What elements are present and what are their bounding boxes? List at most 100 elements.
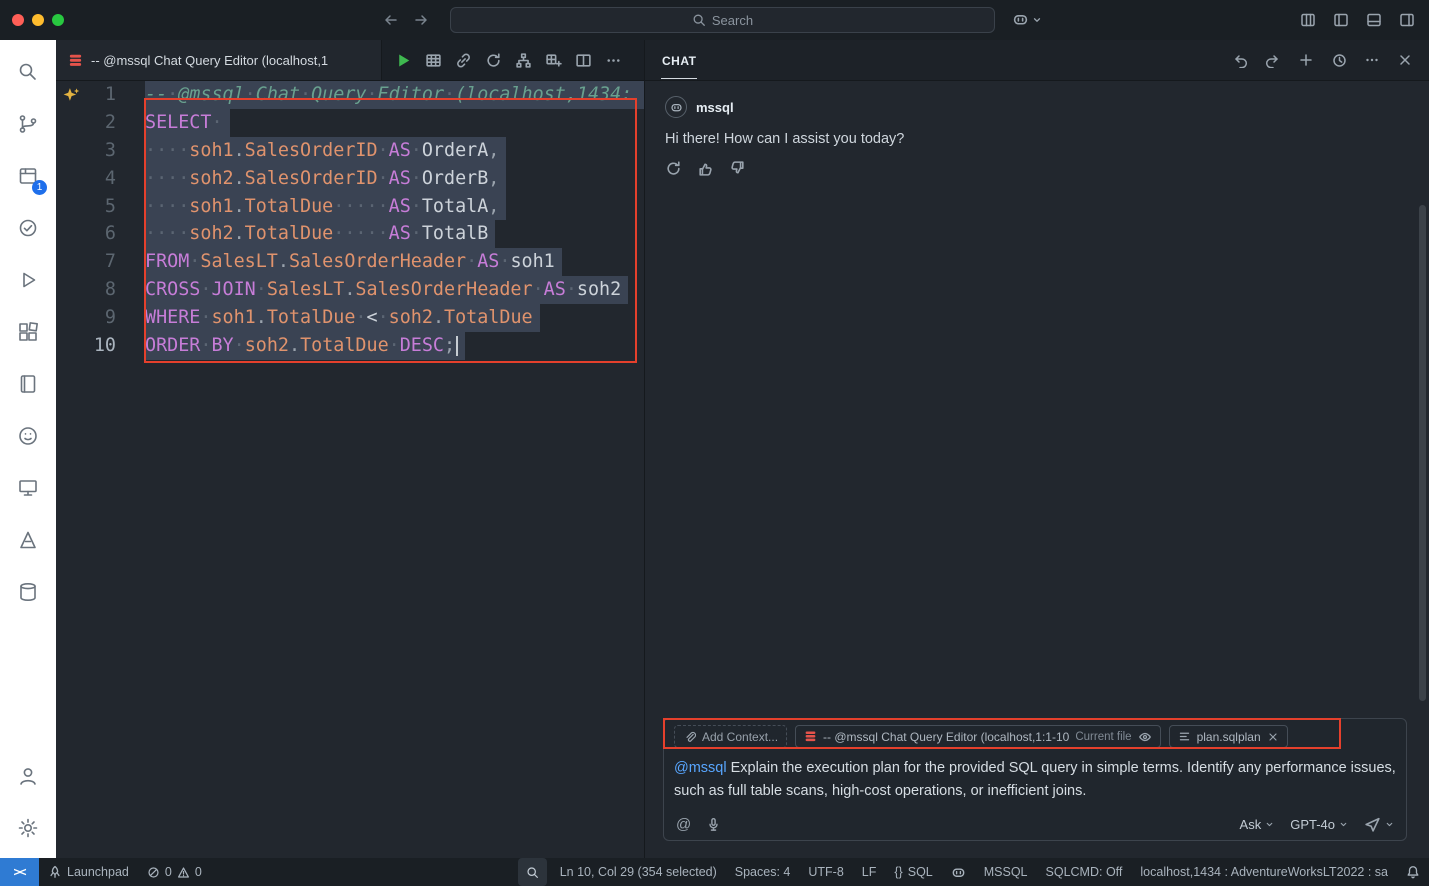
notifications-item[interactable] xyxy=(1397,858,1429,886)
activity-extensions[interactable] xyxy=(4,306,52,358)
chat-input-text[interactable]: @mssqlExplain the execution plan for the… xyxy=(674,757,1396,803)
cursor-position-item[interactable]: Ln 10, Col 29 (354 selected) xyxy=(551,858,726,886)
activity-remote-explorer[interactable] xyxy=(4,462,52,514)
mode-picker[interactable]: Ask xyxy=(1240,817,1275,832)
activity-source-control[interactable] xyxy=(4,98,52,150)
code-line[interactable]: ····soh1.TotalDue·····AS·TotalA, xyxy=(116,193,644,221)
code-line[interactable]: FROM·SalesLT.SalesOrderHeader·AS·soh1 xyxy=(116,248,644,276)
plan-file-chip[interactable]: plan.sqlplan xyxy=(1169,725,1288,748)
redo-icon[interactable] xyxy=(1265,52,1281,68)
line-number[interactable]: 6 xyxy=(56,220,116,248)
remote-indicator[interactable]: >< xyxy=(0,858,39,886)
toggle-panel-icon[interactable] xyxy=(1366,12,1382,28)
activity-approvals[interactable] xyxy=(4,202,52,254)
activity-search[interactable] xyxy=(4,46,52,98)
line-number[interactable]: 3 xyxy=(56,137,116,165)
mention-icon[interactable]: @ xyxy=(676,817,691,832)
customize-layout-icon[interactable] xyxy=(1300,12,1316,28)
eye-icon[interactable] xyxy=(1138,730,1152,744)
run-query-button[interactable] xyxy=(395,52,412,69)
sqlcmd-item[interactable]: SQLCMD: Off xyxy=(1037,858,1132,886)
launchpad-item[interactable]: Launchpad xyxy=(39,858,138,886)
activity-badge: 1 xyxy=(32,180,47,195)
toggle-secondary-sidebar-icon[interactable] xyxy=(1399,12,1415,28)
encoding-item[interactable]: UTF-8 xyxy=(799,858,852,886)
close-icon[interactable] xyxy=(1397,52,1413,68)
more-actions-icon[interactable] xyxy=(605,52,622,69)
microphone-icon[interactable] xyxy=(706,817,721,832)
mssql-mention: @mssql xyxy=(674,760,727,776)
code-editor[interactable]: 12345678910 --·@mssql·Chat·Query·Editor·… xyxy=(56,81,644,858)
thumbs-up-icon[interactable] xyxy=(697,160,714,177)
code-line[interactable]: --·@mssql·Chat·Query·Editor·(localhost,1… xyxy=(116,81,644,109)
line-number[interactable]: 10 xyxy=(56,332,116,360)
search-input[interactable]: Search xyxy=(450,7,995,33)
code-line[interactable]: ORDER·BY·soh2.TotalDue·DESC; xyxy=(116,332,644,360)
indentation-label: Spaces: 4 xyxy=(735,865,791,879)
zoom-indicator[interactable] xyxy=(518,858,547,886)
activity-run-debug[interactable] xyxy=(4,254,52,306)
line-number[interactable]: 7 xyxy=(56,248,116,276)
undo-icon[interactable] xyxy=(1232,52,1248,68)
line-number[interactable]: 5 xyxy=(56,193,116,221)
indentation-item[interactable]: Spaces: 4 xyxy=(726,858,800,886)
regenerate-icon[interactable] xyxy=(665,160,682,177)
copilot-status-item[interactable] xyxy=(942,858,975,886)
vscode-window: Search 1 xyxy=(0,0,1429,886)
code-line[interactable]: ····soh2.TotalDue·····AS·TotalB xyxy=(116,220,644,248)
line-number[interactable]: 1 xyxy=(56,81,116,109)
activity-settings[interactable] xyxy=(4,802,52,854)
close-window-button[interactable] xyxy=(12,14,24,26)
line-number[interactable]: 2 xyxy=(56,109,116,137)
activity-references[interactable]: 1 xyxy=(4,150,52,202)
editor-tab[interactable]: -- @mssql Chat Query Editor (localhost,1 xyxy=(56,40,382,80)
results-grid-icon[interactable] xyxy=(425,52,442,69)
connection-item[interactable]: localhost,1434 : AdventureWorksLT2022 : … xyxy=(1131,858,1397,886)
copilot-menu-button[interactable] xyxy=(1012,11,1042,28)
chevron-down-icon xyxy=(1339,820,1348,829)
model-picker[interactable]: GPT-4o xyxy=(1290,817,1348,832)
code-line[interactable]: ····soh2.SalesOrderID·AS·OrderB, xyxy=(116,165,644,193)
add-context-chip[interactable]: Add Context... xyxy=(674,725,787,748)
send-button[interactable] xyxy=(1364,816,1394,833)
code-line[interactable]: SELECT· xyxy=(116,109,644,137)
split-editor-icon[interactable] xyxy=(575,52,592,69)
eol-item[interactable]: LF xyxy=(853,858,886,886)
thumbs-down-icon[interactable] xyxy=(729,160,746,177)
chat-tab[interactable]: CHAT xyxy=(661,42,697,79)
connect-link-icon[interactable] xyxy=(455,52,472,69)
activity-notebooks[interactable] xyxy=(4,358,52,410)
code-line[interactable]: ····soh1.SalesOrderID·AS·OrderA, xyxy=(116,137,644,165)
new-chat-icon[interactable] xyxy=(1298,52,1314,68)
chat-input-container[interactable]: Add Context... -- @mssql Chat Query Edit… xyxy=(663,718,1407,841)
zoom-window-button[interactable] xyxy=(52,14,64,26)
chat-scrollbar[interactable] xyxy=(1419,205,1426,701)
book-icon xyxy=(16,372,40,396)
database-icon xyxy=(16,580,40,604)
navigate-forward-icon[interactable] xyxy=(413,12,429,28)
toggle-primary-sidebar-icon[interactable] xyxy=(1333,12,1349,28)
current-file-chip[interactable]: -- @mssql Chat Query Editor (localhost,1… xyxy=(795,725,1161,748)
change-connection-icon[interactable] xyxy=(485,52,502,69)
database-file-icon xyxy=(804,730,817,743)
estimated-plan-icon[interactable] xyxy=(545,52,562,69)
navigate-back-icon[interactable] xyxy=(383,12,399,28)
language-item[interactable]: {} SQL xyxy=(885,858,941,886)
model-label: GPT-4o xyxy=(1290,817,1335,832)
code-line[interactable]: CROSS·JOIN·SalesLT.SalesOrderHeader·AS·s… xyxy=(116,276,644,304)
activity-azure[interactable] xyxy=(4,514,52,566)
line-number[interactable]: 4 xyxy=(56,165,116,193)
schema-hierarchy-icon[interactable] xyxy=(515,52,532,69)
mssql-item[interactable]: MSSQL xyxy=(975,858,1037,886)
history-icon[interactable] xyxy=(1331,52,1347,68)
activity-github[interactable] xyxy=(4,410,52,462)
minimize-window-button[interactable] xyxy=(32,14,44,26)
activity-accounts[interactable] xyxy=(4,750,52,802)
activity-database[interactable] xyxy=(4,566,52,618)
code-line[interactable]: WHERE·soh1.TotalDue·<·soh2.TotalDue xyxy=(116,304,644,332)
more-actions-icon[interactable] xyxy=(1364,52,1380,68)
remove-chip-icon[interactable] xyxy=(1267,731,1279,743)
line-number[interactable]: 9 xyxy=(56,304,116,332)
line-number[interactable]: 8 xyxy=(56,276,116,304)
problems-item[interactable]: 0 0 xyxy=(138,858,211,886)
